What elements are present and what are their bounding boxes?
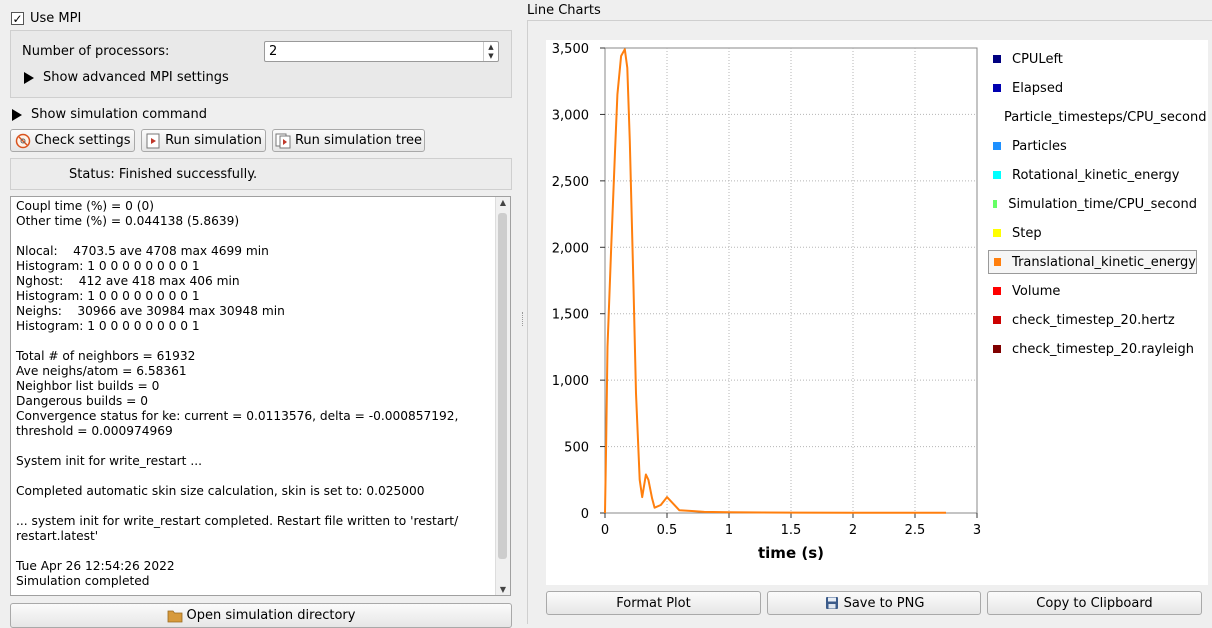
legend-swatch [993, 229, 1001, 237]
legend-item[interactable]: Particle_timesteps/CPU_second [988, 105, 1206, 129]
legend-item[interactable]: Elapsed [988, 76, 1197, 100]
y-tick-label: 3,500 [552, 42, 589, 57]
legend-swatch [993, 84, 1001, 92]
y-tick-label: 0 [581, 507, 589, 522]
legend-swatch [993, 287, 1001, 295]
legend-label: Elapsed [1012, 80, 1064, 96]
line-charts-title: Line Charts [527, 3, 601, 18]
advanced-mpi-toggle[interactable]: Show advanced MPI settings [24, 70, 229, 85]
legend-swatch [994, 258, 1002, 266]
y-tick-label: 2,000 [552, 241, 589, 256]
legend-label: check_timestep_20.hertz [1012, 312, 1175, 328]
processors-value: 2 [269, 44, 278, 59]
legend-label: Particles [1012, 138, 1067, 154]
x-tick-label: 0 [601, 523, 609, 538]
folder-icon [167, 608, 183, 624]
legend-swatch [993, 200, 998, 208]
run-simulation-button[interactable]: Run simulation [141, 129, 266, 152]
x-tick-label: 2 [849, 523, 857, 538]
format-plot-label: Format Plot [616, 595, 691, 611]
legend-item[interactable]: Step [988, 221, 1197, 245]
expand-arrow-icon [24, 71, 34, 84]
x-axis-label: time (s) [758, 544, 824, 562]
spin-arrows-icon[interactable]: ▲ ▼ [483, 42, 498, 61]
x-tick-label: 3 [973, 523, 981, 538]
legend-swatch [993, 345, 1001, 353]
save-png-label: Save to PNG [843, 595, 925, 611]
legend-label: Particle_timesteps/CPU_second [1004, 109, 1207, 125]
x-tick-label: 0.5 [657, 523, 678, 538]
legend-item[interactable]: CPULeft [988, 47, 1197, 71]
legend-label: CPULeft [1012, 51, 1063, 67]
run-tree-icon [275, 133, 291, 149]
copy-clipboard-label: Copy to Clipboard [1036, 595, 1153, 611]
simulation-log[interactable]: Coupl time (%) = 0 (0) Other time (%) = … [10, 196, 511, 596]
y-tick-label: 3,000 [552, 108, 589, 123]
legend-label: Volume [1012, 283, 1061, 299]
scroll-thumb[interactable] [498, 213, 507, 559]
show-command-label: Show simulation command [31, 107, 207, 122]
legend-item[interactable]: Rotational_kinetic_energy [988, 163, 1197, 187]
run-simulation-label: Run simulation [165, 133, 262, 148]
run-simulation-icon [145, 133, 161, 149]
splitter-handle[interactable] [522, 312, 526, 326]
run-tree-label: Run simulation tree [294, 133, 423, 148]
x-tick-label: 1 [725, 523, 733, 538]
legend-item[interactable]: Simulation_time/CPU_second [988, 192, 1197, 216]
y-tick-label: 1,000 [552, 374, 589, 389]
save-disk-icon [824, 595, 840, 611]
legend-label: Step [1012, 225, 1042, 241]
legend-item[interactable]: Particles [988, 134, 1197, 158]
y-tick-label: 500 [564, 441, 589, 456]
expand-arrow-icon [12, 108, 22, 121]
status-text: Status: Finished successfully. [69, 167, 258, 182]
legend-label: Rotational_kinetic_energy [1012, 167, 1180, 183]
legend-label: Simulation_time/CPU_second [1008, 196, 1197, 212]
legend-label: check_timestep_20.rayleigh [1012, 341, 1194, 357]
check-settings-label: Check settings [34, 133, 131, 148]
x-tick-label: 2.5 [905, 523, 926, 538]
check-settings-icon [15, 133, 31, 149]
legend-swatch [993, 142, 1001, 150]
line-chart[interactable]: 0 0.5 1 1.5 2 2.5 3 0 500 1,000 1,500 2,000 2,500 3,0… [540, 36, 985, 566]
advanced-mpi-label: Show advanced MPI settings [43, 70, 229, 85]
legend-item[interactable]: Volume [988, 279, 1197, 303]
scroll-up-icon[interactable]: ▲ [496, 198, 510, 207]
scroll-down-icon[interactable]: ▼ [496, 585, 510, 594]
save-png-button[interactable]: Save to PNG [767, 591, 981, 615]
show-command-toggle[interactable]: Show simulation command [12, 107, 207, 122]
format-plot-button[interactable]: Format Plot [546, 591, 761, 615]
use-mpi-label: Use MPI [30, 11, 82, 26]
legend-swatch [993, 316, 1001, 324]
processors-label: Number of processors: [22, 44, 170, 59]
check-settings-button[interactable]: Check settings [10, 129, 135, 152]
use-mpi-checkbox[interactable]: ✓ [11, 12, 24, 25]
use-mpi-row: ✓ Use MPI [11, 11, 81, 26]
open-directory-button[interactable]: Open simulation directory [10, 603, 512, 628]
legend-swatch [993, 171, 1001, 179]
log-scrollbar[interactable]: ▲ ▼ [495, 197, 510, 595]
legend-item[interactable]: check_timestep_20.rayleigh [988, 337, 1197, 361]
processors-spinbox[interactable]: 2 ▲ ▼ [264, 41, 499, 62]
y-tick-label: 1,500 [552, 308, 589, 323]
log-text: Coupl time (%) = 0 (0) Other time (%) = … [16, 199, 459, 588]
legend-label: Translational_kinetic_energy [1012, 254, 1196, 270]
open-directory-label: Open simulation directory [186, 608, 356, 623]
legend-item[interactable]: check_timestep_20.hertz [988, 308, 1197, 332]
y-tick-label: 2,500 [552, 175, 589, 190]
legend-swatch [993, 55, 1001, 63]
run-simulation-tree-button[interactable]: Run simulation tree [272, 129, 425, 152]
x-tick-label: 1.5 [781, 523, 802, 538]
legend-item[interactable]: Translational_kinetic_energy [988, 250, 1197, 274]
copy-clipboard-button[interactable]: Copy to Clipboard [987, 591, 1202, 615]
